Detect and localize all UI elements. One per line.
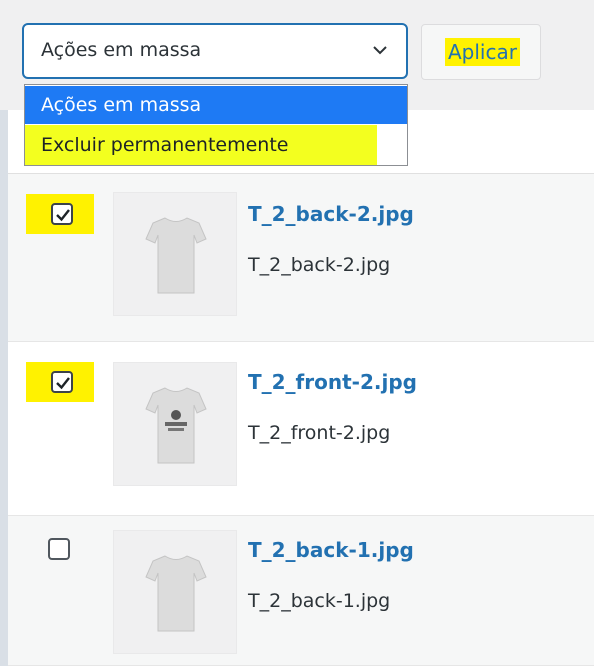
media-thumbnail[interactable] xyxy=(113,530,237,654)
media-checkbox[interactable] xyxy=(51,371,73,393)
media-title-link[interactable]: T_2_back-1.jpg xyxy=(248,538,414,562)
bulk-actions-select[interactable]: Ações em massa xyxy=(22,23,408,79)
checkmark-icon xyxy=(56,377,70,390)
media-row: T_2_back-2.jpg T_2_back-2.jpg xyxy=(8,174,594,342)
media-thumbnail[interactable] xyxy=(113,362,237,486)
dropdown-option-bulk-actions[interactable]: Ações em massa xyxy=(25,86,407,124)
media-thumbnail[interactable] xyxy=(113,192,237,316)
media-row: T_2_back-1.jpg T_2_back-1.jpg xyxy=(8,516,594,666)
dropdown-option-delete-permanently[interactable]: Excluir permanentemente xyxy=(25,125,377,165)
chevron-down-icon xyxy=(373,46,387,55)
tshirt-icon xyxy=(145,217,207,294)
media-filename: T_2_back-2.jpg xyxy=(248,254,391,276)
bulk-actions-selected-value: Ações em massa xyxy=(41,39,202,61)
tshirt-icon xyxy=(145,555,207,632)
media-checkbox[interactable] xyxy=(51,203,73,225)
media-filename: T_2_back-1.jpg xyxy=(248,590,391,612)
media-row: T_2_front-2.jpg T_2_front-2.jpg xyxy=(8,342,594,516)
media-title-link[interactable]: T_2_back-2.jpg xyxy=(248,202,414,226)
apply-button-label: Aplicar xyxy=(445,38,520,66)
bulk-actions-dropdown-menu: Ações em massa Excluir permanentemente xyxy=(24,84,408,166)
left-edge-strip xyxy=(0,110,8,666)
media-checkbox[interactable] xyxy=(48,538,70,560)
media-filename: T_2_front-2.jpg xyxy=(248,422,391,444)
media-title-link[interactable]: T_2_front-2.jpg xyxy=(248,370,417,394)
tshirt-icon xyxy=(145,387,207,464)
apply-button[interactable]: Aplicar xyxy=(421,24,541,80)
checkmark-icon xyxy=(56,209,70,222)
